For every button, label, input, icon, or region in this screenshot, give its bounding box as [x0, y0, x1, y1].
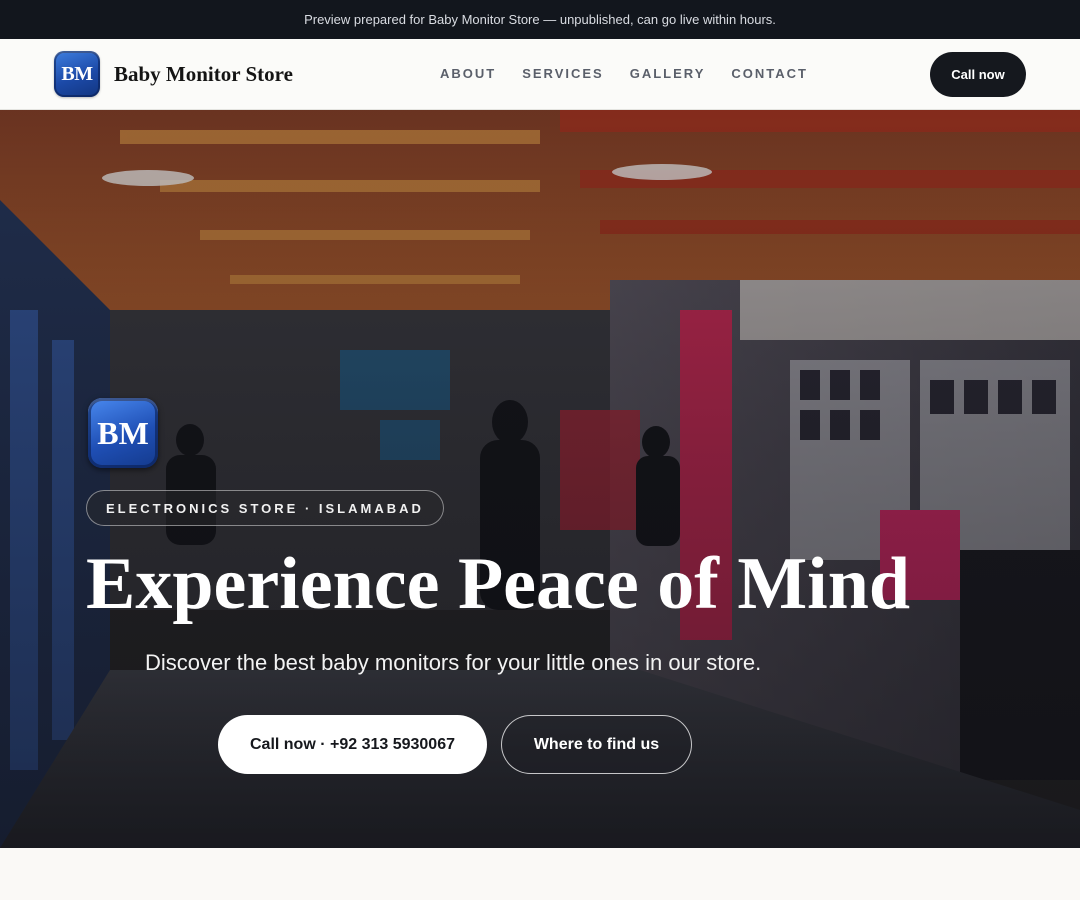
hero-title: Experience Peace of Mind	[86, 543, 911, 625]
brand-logo[interactable]: BM	[54, 51, 100, 97]
where-to-find-us-button[interactable]: Where to find us	[501, 715, 692, 774]
hero-category-badge: ELECTRONICS STORE · ISLAMABAD	[86, 490, 444, 526]
brand-name[interactable]: Baby Monitor Store	[114, 62, 293, 87]
hero-subtitle: Discover the best baby monitors for your…	[145, 650, 762, 675]
nav-link-gallery[interactable]: GALLERY	[630, 66, 706, 81]
nav-link-services[interactable]: SERVICES	[522, 66, 604, 81]
main-nav: ABOUT SERVICES GALLERY CONTACT	[440, 66, 834, 81]
site-header: BM Baby Monitor Store ABOUT SERVICES GAL…	[0, 39, 1080, 110]
call-phone-button[interactable]: Call now · +92 313 5930067	[218, 715, 487, 774]
nav-link-contact[interactable]: CONTACT	[731, 66, 808, 81]
nav-link-about[interactable]: ABOUT	[440, 66, 496, 81]
preview-banner: Preview prepared for Baby Monitor Store …	[0, 0, 1080, 39]
hero-section: BM ELECTRONICS STORE · ISLAMABAD Experie…	[0, 110, 1080, 848]
preview-banner-text: Preview prepared for Baby Monitor Store …	[304, 12, 776, 27]
brand[interactable]: BM Baby Monitor Store	[54, 51, 293, 97]
call-now-button[interactable]: Call now	[930, 52, 1026, 97]
hero-logo: BM	[88, 398, 158, 468]
